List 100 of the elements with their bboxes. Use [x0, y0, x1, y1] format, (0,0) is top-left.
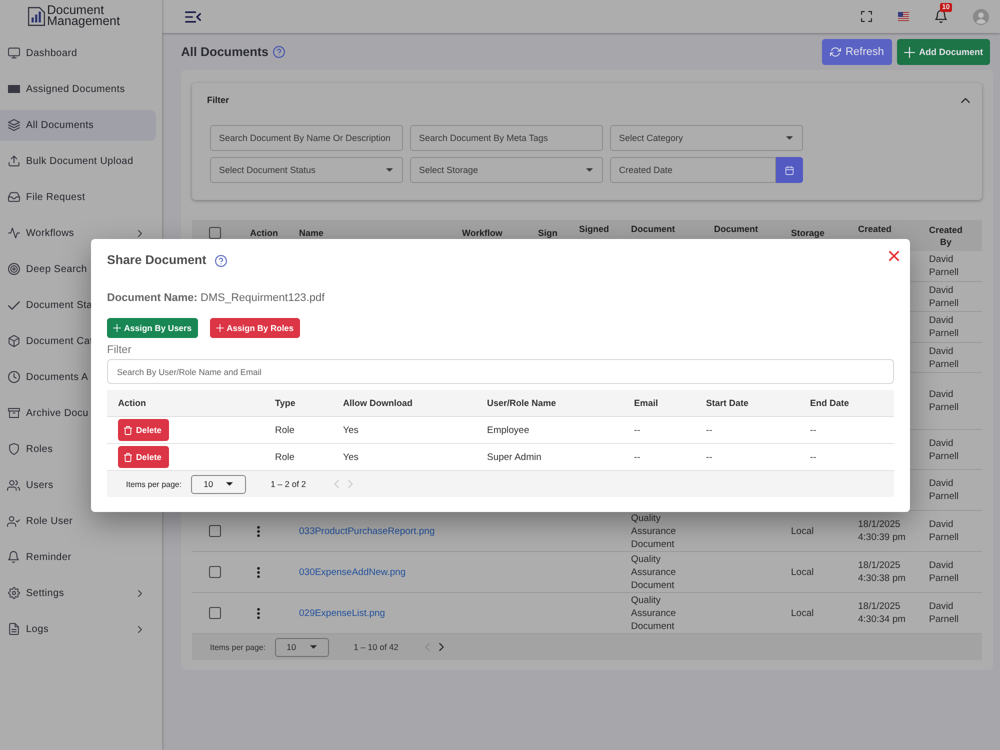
fullscreen-icon[interactable] [861, 11, 872, 22]
column-header: Workflow [462, 228, 502, 238]
column-header: Storage [791, 228, 825, 238]
table-cell: David Parnell [929, 253, 959, 279]
row-checkbox[interactable] [209, 525, 221, 537]
table-cell: Employee [487, 424, 530, 436]
sidebar-item[interactable]: Dashboard [0, 38, 156, 68]
plus-icon [904, 46, 915, 58]
kebab-menu-icon[interactable] [257, 526, 260, 536]
select-field[interactable]: Select Storage [410, 157, 603, 183]
search-field[interactable]: Search Document By Name Or Description [210, 125, 403, 151]
page-range: 1 – 10 of 42 [354, 642, 398, 652]
calendar-button[interactable] [776, 157, 803, 183]
clock-icon [8, 371, 20, 383]
table-cell: Yes [343, 452, 358, 462]
table-cell-text: 18/1/2025 4:30:39 pm [858, 518, 907, 544]
column-header: Action [118, 398, 146, 408]
document-icon [8, 623, 18, 635]
row-checkbox[interactable] [209, 566, 221, 578]
caret-down-icon [586, 168, 593, 172]
upload-icon [8, 155, 20, 167]
items-per-page-label: Items per page: [210, 642, 266, 652]
column-header: Document [714, 224, 758, 234]
table-cell: -- [706, 424, 712, 436]
sidebar-item[interactable]: Bulk Document Upload [0, 146, 156, 176]
file-link[interactable]: 030ExpenseAddNew.png [299, 566, 406, 578]
kebab-menu-icon[interactable] [257, 608, 260, 618]
chevron-right-icon[interactable] [438, 643, 444, 651]
page-range: 1 – 2 of 2 [270, 479, 306, 489]
table-cell: -- [634, 452, 640, 462]
monitor-icon [8, 47, 20, 59]
table-cell: Quality Assurance Document [631, 552, 676, 592]
table-cell: David Parnell [929, 477, 959, 503]
sidebar-item[interactable]: File Request [0, 182, 156, 212]
caret-down-icon [310, 645, 317, 649]
sidebar-item[interactable]: All Documents [0, 110, 156, 140]
cube-icon [8, 335, 20, 347]
page-size-select[interactable]: 10 [190, 474, 246, 494]
search-field[interactable]: Search Document By Meta Tags [410, 125, 603, 151]
add-button[interactable]: Add Document [897, 39, 990, 65]
sidebar-item[interactable]: Logs [0, 614, 156, 644]
delete-button[interactable]: Delete [118, 419, 169, 441]
column-header: Name [299, 228, 324, 238]
chevron-up-icon[interactable] [961, 98, 970, 102]
pulse-icon [8, 227, 20, 239]
menu-icon[interactable] [185, 10, 201, 22]
bell-icon[interactable] [935, 10, 947, 23]
help-icon [272, 46, 285, 58]
column-header: End Date [810, 398, 850, 408]
check-icon [8, 300, 20, 310]
table-cell-text: 18/1/2025 4:30:38 pm [858, 559, 907, 585]
table-cell: Quality Assurance Document [631, 512, 676, 550]
select-field[interactable]: Select Category [610, 125, 803, 151]
sidebar-item[interactable]: Settings [0, 578, 156, 608]
column-header: Email [634, 398, 658, 408]
table-cell: Local [791, 524, 814, 538]
filter-title: Filter [207, 95, 230, 105]
sidebar-item[interactable]: Reminder [0, 542, 156, 572]
table-cell: Local [791, 566, 814, 578]
close-icon[interactable] [889, 251, 899, 261]
page-size-select[interactable]: 10 [274, 638, 329, 656]
sidebar-item[interactable]: Role User [0, 506, 156, 536]
logo-text: Document Management [47, 5, 121, 27]
column-header: Created [858, 224, 892, 234]
calendar-icon [785, 166, 794, 174]
column-header: Allow Download [343, 398, 412, 408]
table-cell: Super Admin [487, 452, 542, 462]
table-cell: David Parnell [929, 559, 959, 585]
items-per-page-label: Items per page: [126, 480, 182, 488]
dialog-title: Share Document [107, 253, 206, 268]
assign-button[interactable]: Assign By Users [107, 318, 198, 338]
delete-button[interactable]: Delete [118, 446, 169, 468]
table-cell: David Parnell [929, 284, 959, 310]
file-link[interactable]: 029ExpenseList.png [299, 606, 386, 620]
chevron-right-icon [138, 626, 142, 632]
row-checkbox[interactable] [209, 607, 221, 619]
date-field[interactable]: Created Date [610, 157, 776, 183]
sidebar-item[interactable]: Workflows [0, 218, 156, 248]
flag-icon[interactable] [898, 12, 909, 21]
refresh-icon [830, 47, 842, 57]
column-header: Signed [579, 224, 610, 234]
select-field[interactable]: Select Document Status [210, 157, 403, 183]
inbox-icon [8, 192, 20, 202]
table-cell: -- [810, 452, 816, 462]
column-header: Type [275, 398, 296, 408]
filter-label: Filter [107, 344, 132, 357]
table-cell: Quality Assurance Document [631, 594, 676, 632]
caret-down-icon [226, 482, 233, 486]
table-cell: Local [791, 606, 814, 620]
table-cell: David Parnell [929, 314, 959, 340]
refresh-button[interactable]: Refresh [822, 39, 892, 65]
shield-icon [8, 443, 18, 455]
column-header: Sign [538, 228, 558, 238]
users-icon [7, 480, 20, 490]
target-icon [8, 263, 20, 275]
archive-icon [8, 408, 20, 418]
sidebar-item[interactable]: Assigned Documents [0, 74, 156, 104]
layers-icon [8, 119, 20, 131]
kebab-menu-icon[interactable] [257, 566, 260, 578]
assign-button[interactable]: Assign By Roles [210, 318, 300, 338]
